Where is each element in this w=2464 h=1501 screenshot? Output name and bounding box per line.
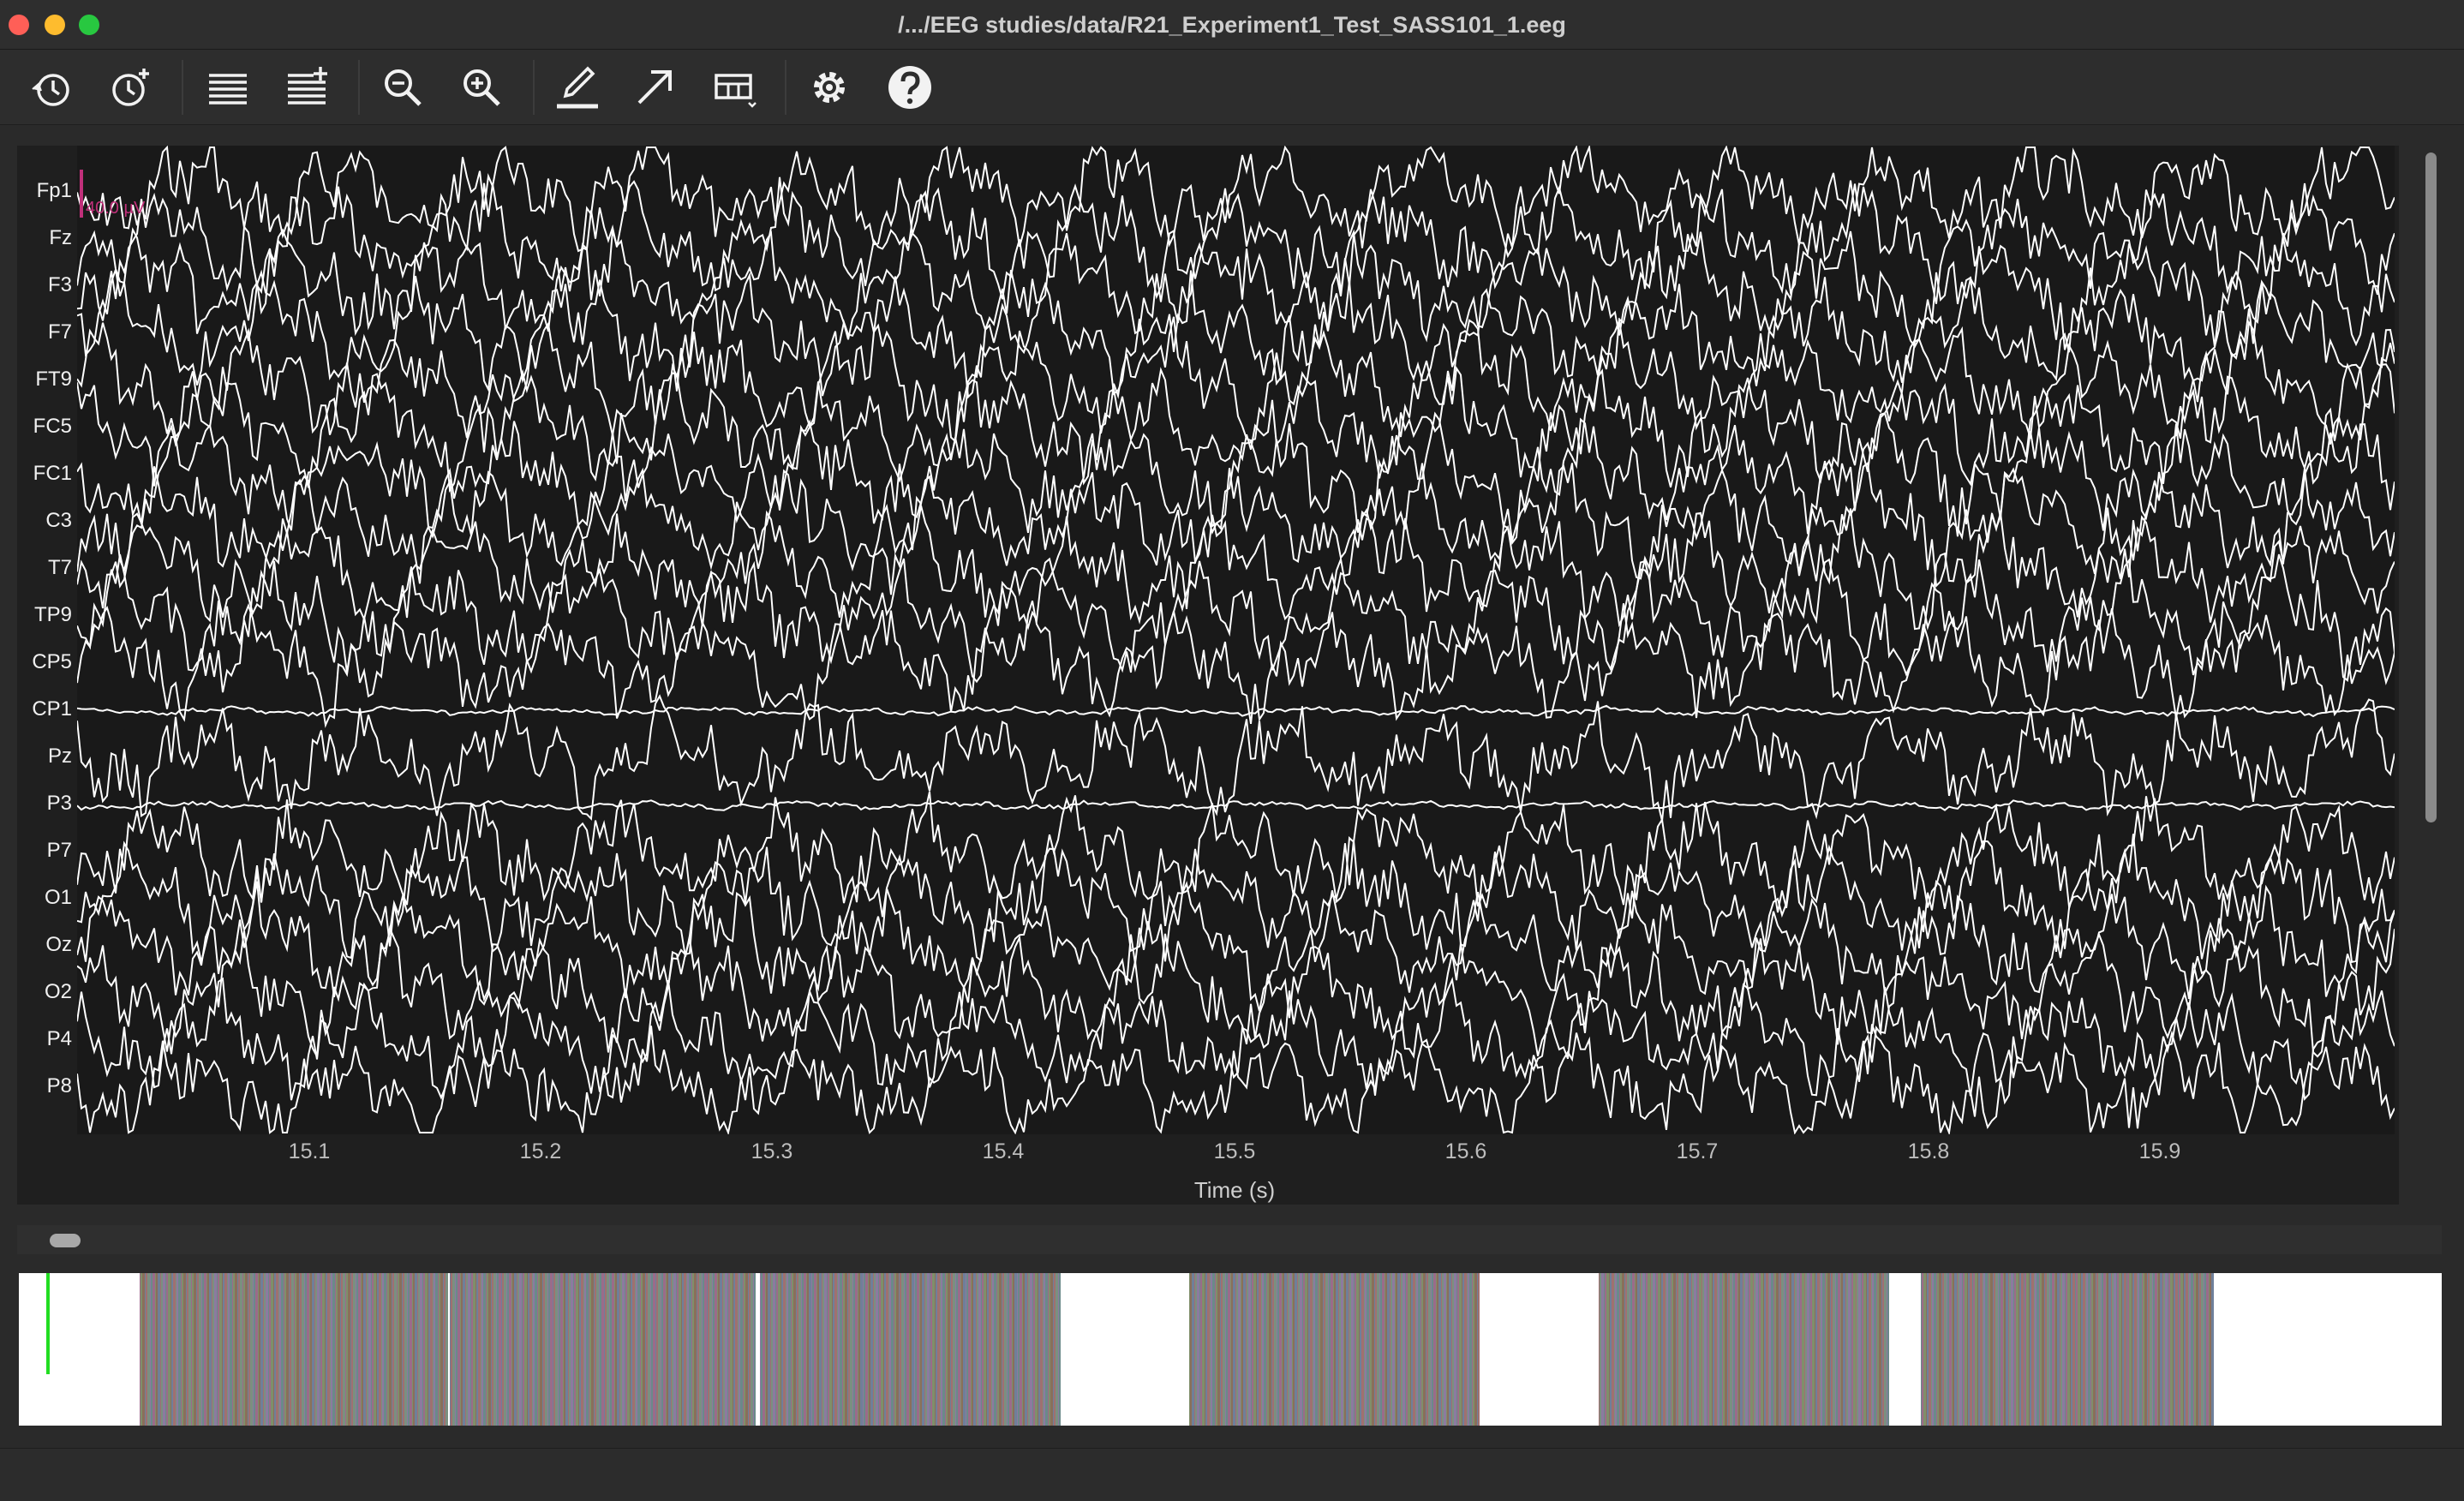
trace-f3 [77, 227, 2395, 350]
arrow-icon [637, 70, 672, 105]
annotate-button[interactable] [550, 60, 605, 115]
scale-bar [80, 170, 83, 218]
toolbar-separator [785, 60, 786, 115]
history-forward-icon [112, 69, 149, 106]
x-tick-label: 15.1 [288, 1139, 331, 1163]
channel-label-cp5[interactable]: CP5 [17, 650, 72, 674]
time-scrollbar[interactable] [17, 1225, 2442, 1254]
trace-oz [77, 881, 2395, 1012]
channel-label-f3[interactable]: F3 [17, 273, 72, 297]
overview-segment [1598, 1273, 1890, 1426]
channel-label-pz[interactable]: Pz [17, 745, 72, 768]
channel-label-tp9[interactable]: TP9 [17, 603, 72, 627]
channel-label-o2[interactable]: O2 [17, 980, 72, 1004]
trace-fp1 [77, 146, 2395, 259]
trace-p8 [77, 1024, 2395, 1134]
help-button[interactable] [882, 60, 937, 115]
trace-t7 [77, 505, 2395, 631]
history-back-icon [32, 74, 69, 106]
x-tick-label: 15.8 [1907, 1139, 1950, 1163]
trace-fc5 [77, 363, 2395, 493]
time-scroll-thumb[interactable] [50, 1234, 81, 1247]
channel-label-t7[interactable]: T7 [17, 556, 72, 580]
arrow-button[interactable] [627, 60, 682, 115]
zoom-in-button[interactable] [454, 60, 509, 115]
overview-segment [760, 1273, 1062, 1426]
toolbar-separator [358, 60, 360, 115]
scale-label: 40.0 µV [86, 199, 146, 218]
x-axis-title: Time (s) [1193, 1177, 1276, 1203]
channel-label-p4[interactable]: P4 [17, 1027, 72, 1051]
trace-o1 [77, 834, 2395, 964]
history-forward-button[interactable] [103, 60, 158, 115]
channel-label-c3[interactable]: C3 [17, 509, 72, 533]
toolbar-separator [533, 60, 535, 115]
trace-p4 [77, 977, 2395, 1101]
window-title: /.../EEG studies/data/R21_Experiment1_Te… [898, 12, 1566, 38]
status-bar [0, 1448, 2464, 1501]
overview-bar[interactable] [19, 1273, 2442, 1426]
fewer-channels-icon [209, 74, 247, 105]
x-tick-label: 15.9 [2138, 1139, 2181, 1163]
channel-label-fz[interactable]: Fz [17, 226, 72, 250]
overview-segment [1920, 1273, 2215, 1426]
toolbar [0, 50, 2464, 125]
projection-icon [715, 74, 757, 108]
channel-label-oz[interactable]: Oz [17, 933, 72, 957]
channel-label-fc5[interactable]: FC5 [17, 415, 72, 439]
annotate-icon [557, 66, 598, 109]
more-channels-button[interactable] [279, 60, 334, 115]
projection-button[interactable] [708, 60, 763, 115]
help-icon [888, 66, 931, 109]
x-tick-label: 15.3 [751, 1139, 793, 1163]
vertical-scroll-thumb[interactable] [2425, 152, 2437, 822]
channel-label-fp1[interactable]: Fp1 [17, 179, 72, 203]
x-tick-label: 15.7 [1676, 1139, 1719, 1163]
toolbar-separator [182, 60, 183, 115]
overview-segment [1188, 1273, 1480, 1426]
zoom-out-icon [385, 69, 422, 106]
more-channels-icon [288, 67, 327, 105]
x-tick-label: 15.4 [982, 1139, 1025, 1163]
zoom-in-icon [463, 69, 500, 106]
trace-cp1 [77, 704, 2395, 718]
settings-button[interactable] [802, 60, 857, 115]
x-tick-label: 15.6 [1444, 1139, 1487, 1163]
zoom-out-button[interactable] [375, 60, 430, 115]
overview-cursor[interactable] [46, 1273, 50, 1374]
fewer-channels-button[interactable] [200, 60, 255, 115]
x-tick-label: 15.2 [519, 1139, 562, 1163]
channel-label-cp1[interactable]: CP1 [17, 697, 72, 721]
overview-segment [450, 1273, 756, 1426]
trace-tp9 [77, 553, 2395, 684]
channel-label-f7[interactable]: F7 [17, 320, 72, 344]
x-tick-label: 15.5 [1213, 1139, 1256, 1163]
title-bar: /.../EEG studies/data/R21_Experiment1_Te… [0, 0, 2464, 50]
channel-label-fc1[interactable]: FC1 [17, 462, 72, 486]
channel-label-p7[interactable]: P7 [17, 839, 72, 863]
overview-segment [140, 1273, 448, 1426]
trace-p3 [77, 799, 2395, 811]
settings-icon [814, 72, 845, 103]
eeg-traces[interactable] [77, 146, 2395, 1134]
history-back-button[interactable] [24, 60, 79, 115]
channel-label-o1[interactable]: O1 [17, 886, 72, 910]
channel-label-p3[interactable]: P3 [17, 792, 72, 816]
channel-label-ft9[interactable]: FT9 [17, 368, 72, 392]
channel-label-p8[interactable]: P8 [17, 1074, 72, 1098]
